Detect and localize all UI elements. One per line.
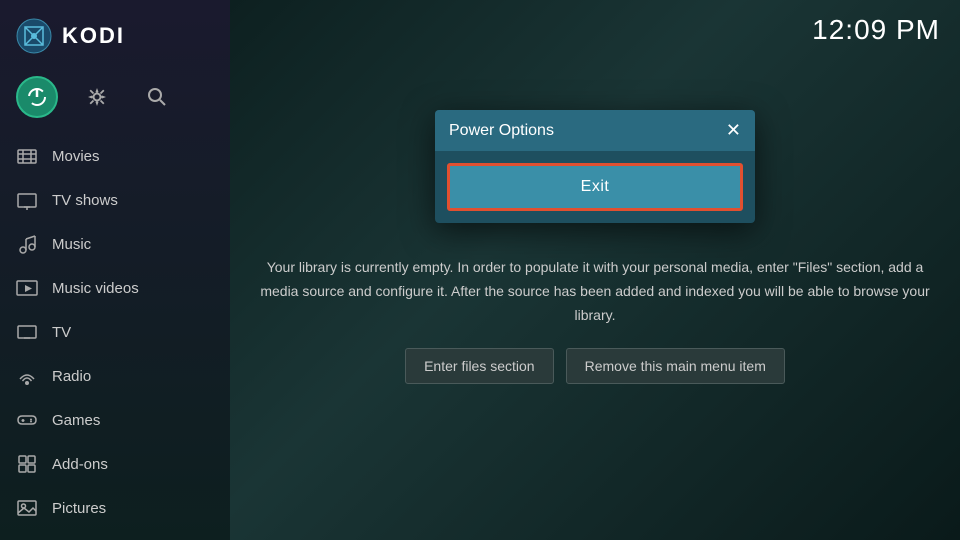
info-buttons: Enter files section Remove this main men… (255, 348, 935, 384)
power-button[interactable] (16, 76, 58, 118)
dialog-close-button[interactable]: ✕ (726, 120, 741, 141)
power-dialog-overlay: Power Options ✕ Exit (435, 110, 755, 223)
tv-icon (16, 321, 38, 343)
clock-display: 12:09 PM (812, 14, 940, 46)
music-icon (16, 233, 38, 255)
sidebar-item-radio[interactable]: Radio (0, 354, 230, 398)
search-icon (146, 86, 168, 108)
sidebar-item-pictures[interactable]: Pictures (0, 486, 230, 530)
movies-label: Movies (52, 148, 100, 165)
tv-label: TV (52, 324, 71, 341)
main-content: 12:09 PM Power Options ✕ Exit Your libra… (230, 0, 960, 540)
exit-button[interactable]: Exit (447, 163, 743, 211)
search-button[interactable] (136, 76, 178, 118)
games-icon (16, 409, 38, 431)
dialog-title: Power Options (449, 122, 554, 140)
sidebar-item-games[interactable]: Games (0, 398, 230, 442)
sidebar: KODI Movies (0, 0, 230, 540)
radio-label: Radio (52, 368, 91, 385)
sidebar-actions (0, 70, 230, 134)
library-info-text: Your library is currently empty. In orde… (255, 256, 935, 327)
radio-icon (16, 365, 38, 387)
top-bar: 12:09 PM (230, 0, 960, 60)
music-videos-label: Music videos (52, 280, 139, 297)
library-info-section: Your library is currently empty. In orde… (255, 256, 935, 383)
enter-files-button[interactable]: Enter files section (405, 348, 554, 384)
sidebar-item-music[interactable]: Music (0, 222, 230, 266)
sidebar-item-movies[interactable]: Movies (0, 134, 230, 178)
games-label: Games (52, 412, 100, 429)
tv-shows-label: TV shows (52, 192, 118, 209)
logo-area: KODI (0, 0, 230, 70)
kodi-logo-icon (16, 18, 52, 54)
sidebar-item-add-ons[interactable]: Add-ons (0, 442, 230, 486)
navigation: Movies TV shows Music Music videos TV (0, 134, 230, 540)
power-dialog: Power Options ✕ Exit (435, 110, 755, 223)
tv-shows-icon (16, 189, 38, 211)
pictures-icon (16, 497, 38, 519)
dialog-body: Exit (435, 151, 755, 223)
sidebar-item-tv[interactable]: TV (0, 310, 230, 354)
power-icon (26, 86, 48, 108)
addons-label: Add-ons (52, 456, 108, 473)
sidebar-item-music-videos[interactable]: Music videos (0, 266, 230, 310)
pictures-label: Pictures (52, 500, 106, 517)
sidebar-item-tv-shows[interactable]: TV shows (0, 178, 230, 222)
remove-menu-item-button[interactable]: Remove this main menu item (566, 348, 785, 384)
app-title: KODI (62, 23, 125, 49)
movies-icon (16, 145, 38, 167)
addons-icon (16, 453, 38, 475)
music-label: Music (52, 236, 91, 253)
music-videos-icon (16, 277, 38, 299)
settings-button[interactable] (76, 76, 118, 118)
content-area: Power Options ✕ Exit Your library is cur… (230, 60, 960, 540)
settings-icon (86, 86, 108, 108)
dialog-header: Power Options ✕ (435, 110, 755, 151)
